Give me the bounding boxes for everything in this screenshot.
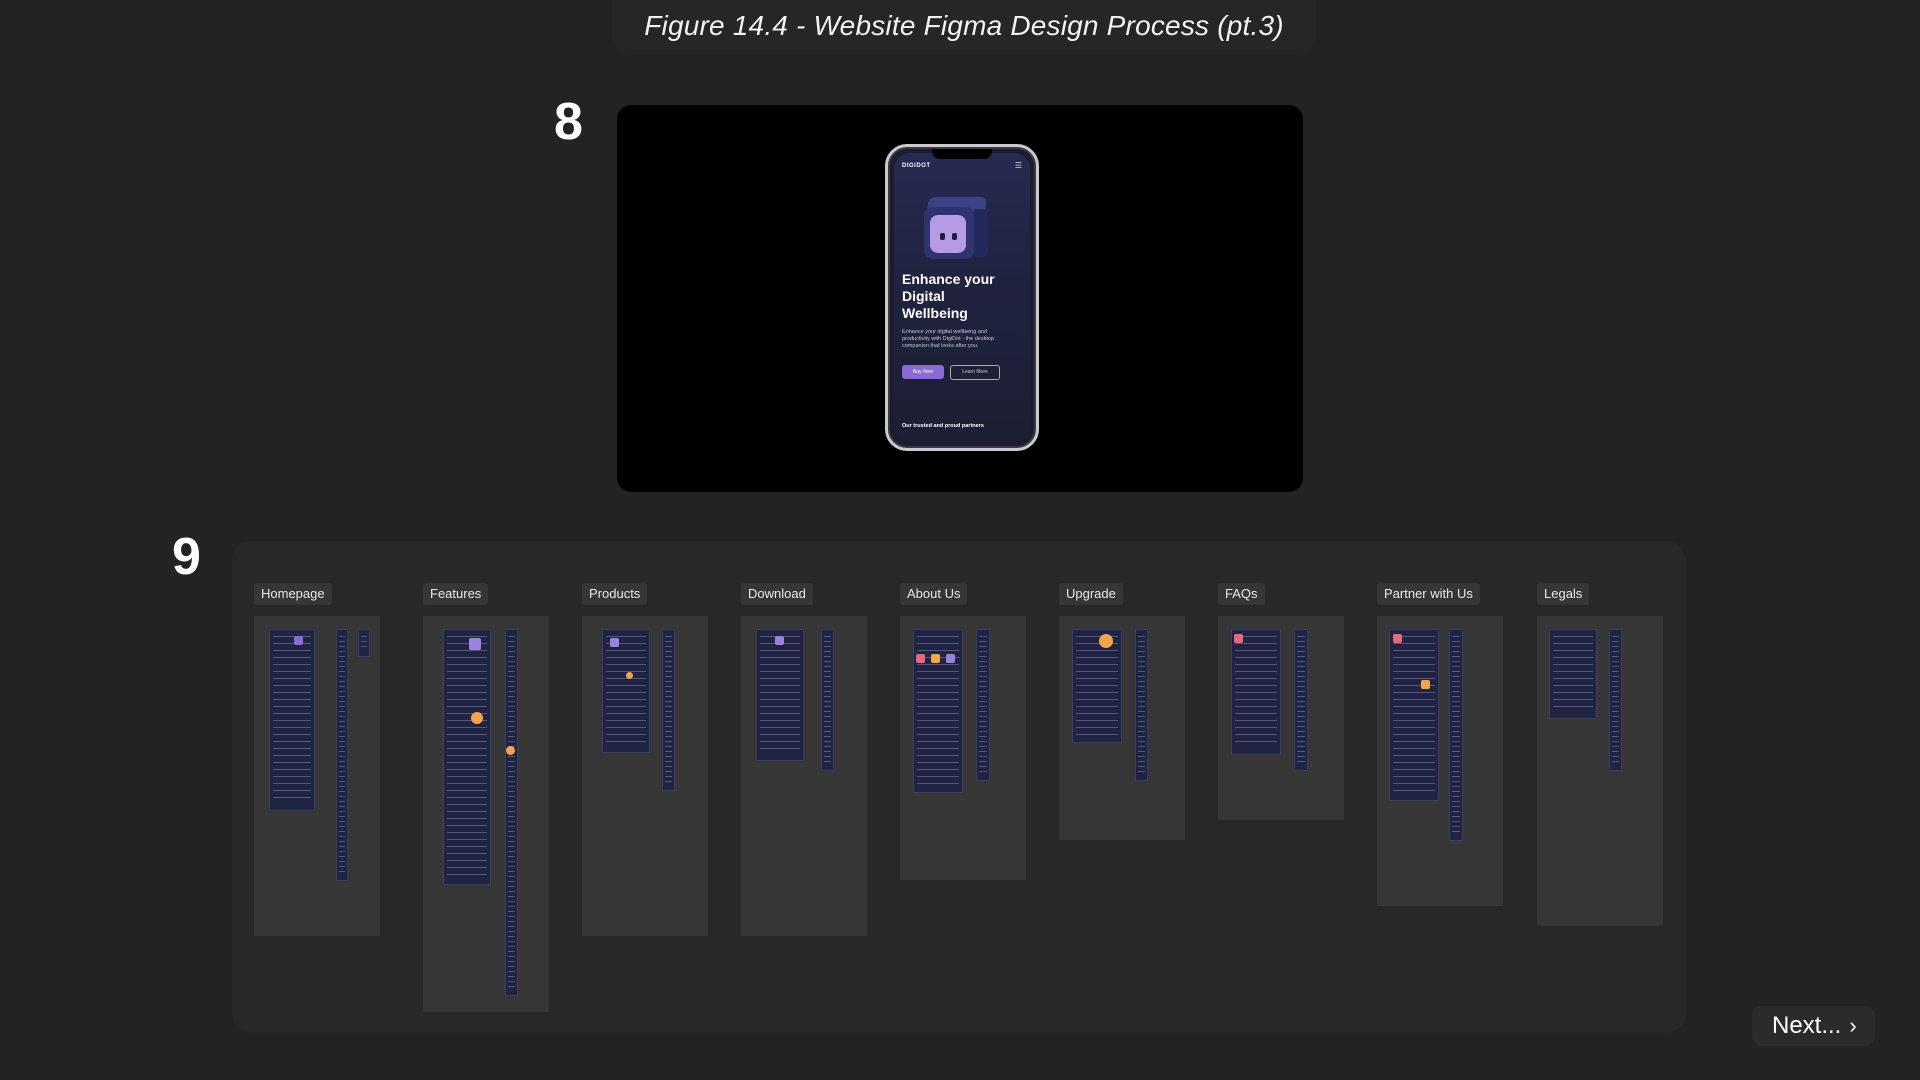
mascot-thumb-icon	[916, 654, 925, 663]
mobile-page-thumbnail[interactable]	[1449, 629, 1463, 841]
mobile-preview-video[interactable]: DIGIDOT ☰ Enhance your Digital Wellbeing…	[617, 105, 1303, 492]
phone-screen: DIGIDOT ☰ Enhance your Digital Wellbeing…	[894, 153, 1030, 442]
frame-canvas[interactable]	[423, 616, 549, 1012]
figure-caption: Figure 14.4 - Website Figma Design Proce…	[644, 10, 1284, 41]
mascot-thumb-icon	[469, 638, 481, 650]
frame-label-download[interactable]: Download	[741, 583, 813, 605]
desktop-page-thumbnail[interactable]	[602, 629, 650, 753]
mobile-page-thumbnail[interactable]	[1294, 629, 1308, 771]
next-button[interactable]: Next... ›	[1752, 1006, 1875, 1046]
mascot-thumb-icon	[294, 636, 303, 645]
desktop-page-thumbnail[interactable]	[1389, 629, 1439, 801]
mascot-thumb-icon	[1234, 634, 1243, 643]
frame-canvas[interactable]	[254, 616, 380, 936]
star-thumb-icon	[1099, 634, 1113, 648]
brand-logo: DIGIDOT	[902, 163, 931, 169]
frame-label-legals[interactable]: Legals	[1537, 583, 1590, 605]
desktop-page-thumbnail[interactable]	[1231, 629, 1281, 755]
star-thumb-icon	[471, 712, 483, 724]
mascot-thumb-icon	[775, 636, 784, 645]
star-thumb-icon	[626, 672, 633, 679]
mobile-page-thumbnail[interactable]	[336, 629, 348, 881]
desktop-page-thumbnail[interactable]	[1549, 629, 1597, 719]
desktop-page-thumbnail[interactable]	[756, 629, 804, 761]
mobile-page-thumbnail[interactable]	[976, 629, 990, 781]
frame-label-partner-with-us[interactable]: Partner with Us	[1377, 583, 1480, 605]
frame-label-about-us[interactable]: About Us	[900, 583, 968, 605]
frame-canvas[interactable]	[1537, 616, 1663, 926]
buy-now-button[interactable]: Buy Now	[902, 365, 944, 379]
caption-banner: Figure 14.4 - Website Figma Design Proce…	[612, 0, 1316, 54]
frame-canvas[interactable]	[900, 616, 1026, 880]
frame-canvas[interactable]	[1059, 616, 1185, 840]
step-number-9: 9	[172, 528, 201, 586]
hamburger-icon: ☰	[1014, 161, 1022, 170]
partners-heading: Our trusted and proud partners	[902, 423, 984, 429]
frame-canvas[interactable]	[1218, 616, 1344, 820]
step-number-8: 8	[554, 93, 583, 151]
mobile-page-thumbnail[interactable]	[662, 629, 675, 791]
mascot-thumb-icon	[610, 638, 619, 647]
frame-canvas[interactable]	[741, 616, 867, 936]
mascot-cube-illustration	[922, 197, 992, 263]
mobile-page-thumbnail[interactable]	[1609, 629, 1622, 771]
next-label: Next...	[1772, 1012, 1842, 1039]
mobile-page-thumbnail[interactable]	[1135, 629, 1148, 781]
frame-label-features[interactable]: Features	[423, 583, 489, 605]
hero-subtitle: Enhance your digital wellbeing and produ…	[902, 329, 995, 349]
desktop-page-thumbnail[interactable]	[443, 629, 491, 885]
figma-canvas-board[interactable]: Homepage Features Products Download Abou…	[232, 541, 1686, 1033]
learn-more-button[interactable]: Learn More	[950, 365, 1000, 380]
frame-label-products[interactable]: Products	[582, 583, 648, 605]
phone-notch	[932, 149, 992, 159]
chevron-right-icon: ›	[1849, 1013, 1857, 1038]
mascot-thumb-icon	[931, 654, 940, 663]
frame-label-homepage[interactable]: Homepage	[254, 583, 332, 605]
mobile-page-thumbnail[interactable]	[505, 629, 518, 996]
mascot-thumb-icon	[946, 654, 955, 663]
frame-label-faqs[interactable]: FAQs	[1218, 583, 1265, 605]
frame-label-upgrade[interactable]: Upgrade	[1059, 583, 1123, 605]
star-thumb-icon	[506, 746, 515, 755]
desktop-page-thumbnail[interactable]	[269, 629, 315, 811]
frame-canvas[interactable]	[582, 616, 708, 936]
phone-mockup: DIGIDOT ☰ Enhance your Digital Wellbeing…	[885, 144, 1039, 451]
mobile-page-thumbnail[interactable]	[821, 629, 834, 771]
frame-canvas[interactable]	[1377, 616, 1503, 906]
chart-thumb-icon	[1421, 680, 1430, 689]
mobile-menu-thumbnail[interactable]	[358, 629, 370, 657]
hero-title: Enhance your Digital Wellbeing	[902, 271, 995, 321]
desktop-page-thumbnail[interactable]	[1072, 629, 1122, 743]
mascot-thumb-icon	[1393, 634, 1402, 643]
